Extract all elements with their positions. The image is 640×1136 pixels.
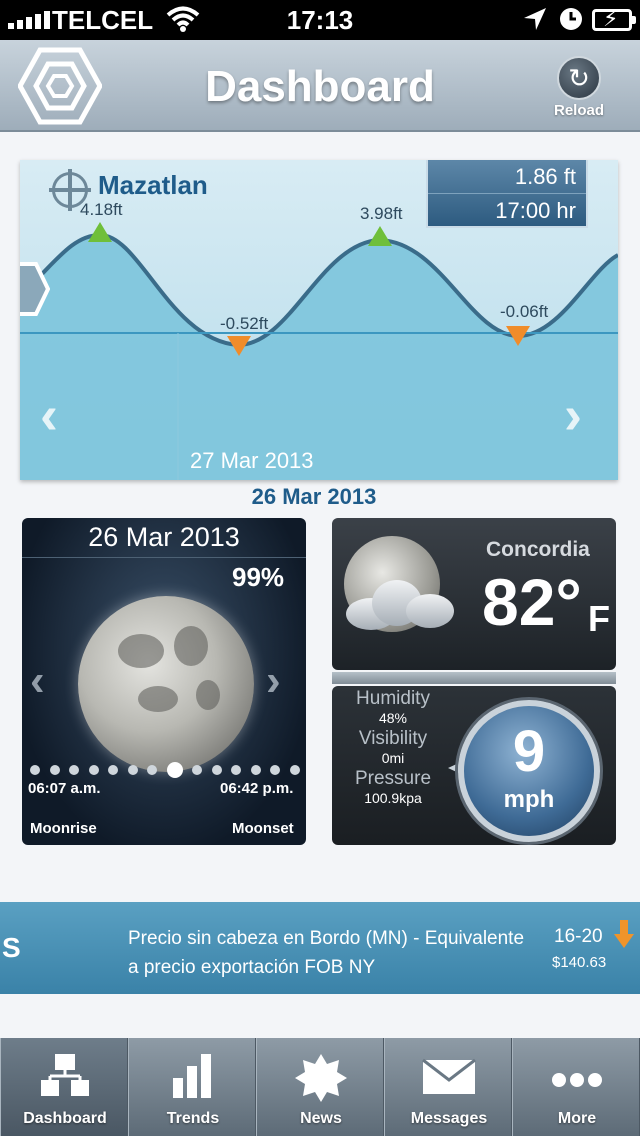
wind-speed: 9 xyxy=(512,719,546,784)
moonset-time: 06:42 p.m. xyxy=(220,780,294,797)
dashboard-icon xyxy=(1,1052,129,1102)
tide-label-high: 4.18ft xyxy=(80,200,123,219)
tide-label-low: -0.52ft xyxy=(220,314,269,333)
location-icon xyxy=(522,6,548,39)
reload-label: Reload xyxy=(553,102,604,119)
pressure-value: 100.9kpa xyxy=(364,790,422,806)
reload-button[interactable]: ↻ Reload xyxy=(548,56,610,122)
side-handle-icon[interactable] xyxy=(20,260,51,318)
chevron-right-icon[interactable]: › xyxy=(266,656,281,706)
readout-height: 1.86 ft xyxy=(514,164,576,189)
temperature-unit: F xyxy=(588,598,610,639)
weather-divider xyxy=(332,672,616,684)
weather-details-card[interactable]: Humidity 48% Visibility 0mi Pressure 100… xyxy=(332,686,616,845)
arrow-down-icon xyxy=(614,920,634,948)
trends-icon xyxy=(129,1052,257,1102)
tab-label: Trends xyxy=(166,1110,220,1127)
tab-label: Dashboard xyxy=(23,1110,107,1127)
tab-bar: Dashboard Trends News Messages More xyxy=(0,1038,640,1136)
tide-readout: 1.86 ft 17:00 hr xyxy=(426,160,588,228)
more-icon xyxy=(513,1052,640,1102)
battery-icon: ⚡ xyxy=(592,6,636,31)
wind-gauge: 9 mph xyxy=(458,700,600,842)
high-tide-marker xyxy=(88,222,112,242)
chevron-left-icon[interactable]: ‹ xyxy=(30,656,45,706)
ticker-range: 16-20 xyxy=(554,926,603,947)
tab-label: News xyxy=(300,1110,342,1127)
cloud-icon xyxy=(336,578,456,630)
weather-card[interactable]: Concordia 82° F xyxy=(332,518,616,670)
news-ticker[interactable]: S Precio sin cabeza en Bordo (MN) - Equi… xyxy=(0,902,640,994)
tide-chart-card[interactable]: Mazatlan 1.86 ft 17:00 hr 4.18ft -0.52ft… xyxy=(20,160,618,480)
moon-phase-dots xyxy=(30,762,300,778)
weather-city: Concordia xyxy=(486,538,590,561)
status-bar: TELCEL 17:13 ⚡ xyxy=(0,0,640,40)
moon-date: 26 Mar 2013 xyxy=(22,522,306,558)
humidity-value: 48% xyxy=(378,710,408,726)
tab-more[interactable]: More xyxy=(512,1038,640,1136)
chevron-right-icon[interactable]: › xyxy=(564,384,582,446)
chevron-left-icon[interactable]: ‹ xyxy=(40,384,58,446)
tab-messages[interactable]: Messages xyxy=(384,1038,512,1136)
weather-stats: Humidity 48% Visibility 0mi Pressure 100… xyxy=(332,688,454,808)
tide-label-high: 3.98ft xyxy=(360,204,403,223)
tab-trends[interactable]: Trends xyxy=(128,1038,256,1136)
page-title: Dashboard xyxy=(205,62,435,111)
full-moon-icon xyxy=(78,596,254,772)
ticker-lead: S xyxy=(2,932,21,963)
wind-unit: mph xyxy=(503,786,555,813)
tide-next-date: 27 Mar 2013 xyxy=(190,448,314,473)
visibility-label: Visibility xyxy=(358,728,428,749)
visibility-value: 0mi xyxy=(381,750,405,766)
moonrise-label: Moonrise xyxy=(30,820,97,837)
moonset-label: Moonset xyxy=(232,820,294,837)
ticker-price: $140.63 xyxy=(552,954,607,971)
humidity-label: Humidity xyxy=(356,688,430,709)
high-tide-marker xyxy=(368,226,392,246)
tab-news[interactable]: News xyxy=(256,1038,384,1136)
tide-current-date: 26 Mar 2013 xyxy=(251,484,377,509)
tide-city: Mazatlan xyxy=(98,170,208,200)
moon-illumination: 99% xyxy=(232,562,285,592)
reload-icon: ↻ xyxy=(557,56,601,100)
news-icon xyxy=(257,1052,385,1102)
alarm-icon xyxy=(558,6,584,39)
tab-label: Messages xyxy=(410,1110,488,1127)
tab-dashboard[interactable]: Dashboard xyxy=(0,1038,128,1136)
tide-label-low: -0.06ft xyxy=(500,302,549,321)
temperature: 82° xyxy=(482,565,582,639)
ticker-message: Precio sin cabeza en Bordo (MN) - Equiva… xyxy=(128,928,525,978)
pressure-label: Pressure xyxy=(354,768,432,789)
nav-header: Dashboard ↻ Reload xyxy=(0,40,640,132)
messages-icon xyxy=(385,1052,513,1102)
tab-label: More xyxy=(557,1110,597,1127)
readout-time: 17:00 hr xyxy=(428,193,586,226)
moonrise-time: 06:07 a.m. xyxy=(28,780,101,797)
moon-phase-card[interactable]: 26 Mar 2013 99% ‹ › 06:07 a.m. 06:42 p.m… xyxy=(22,518,306,845)
